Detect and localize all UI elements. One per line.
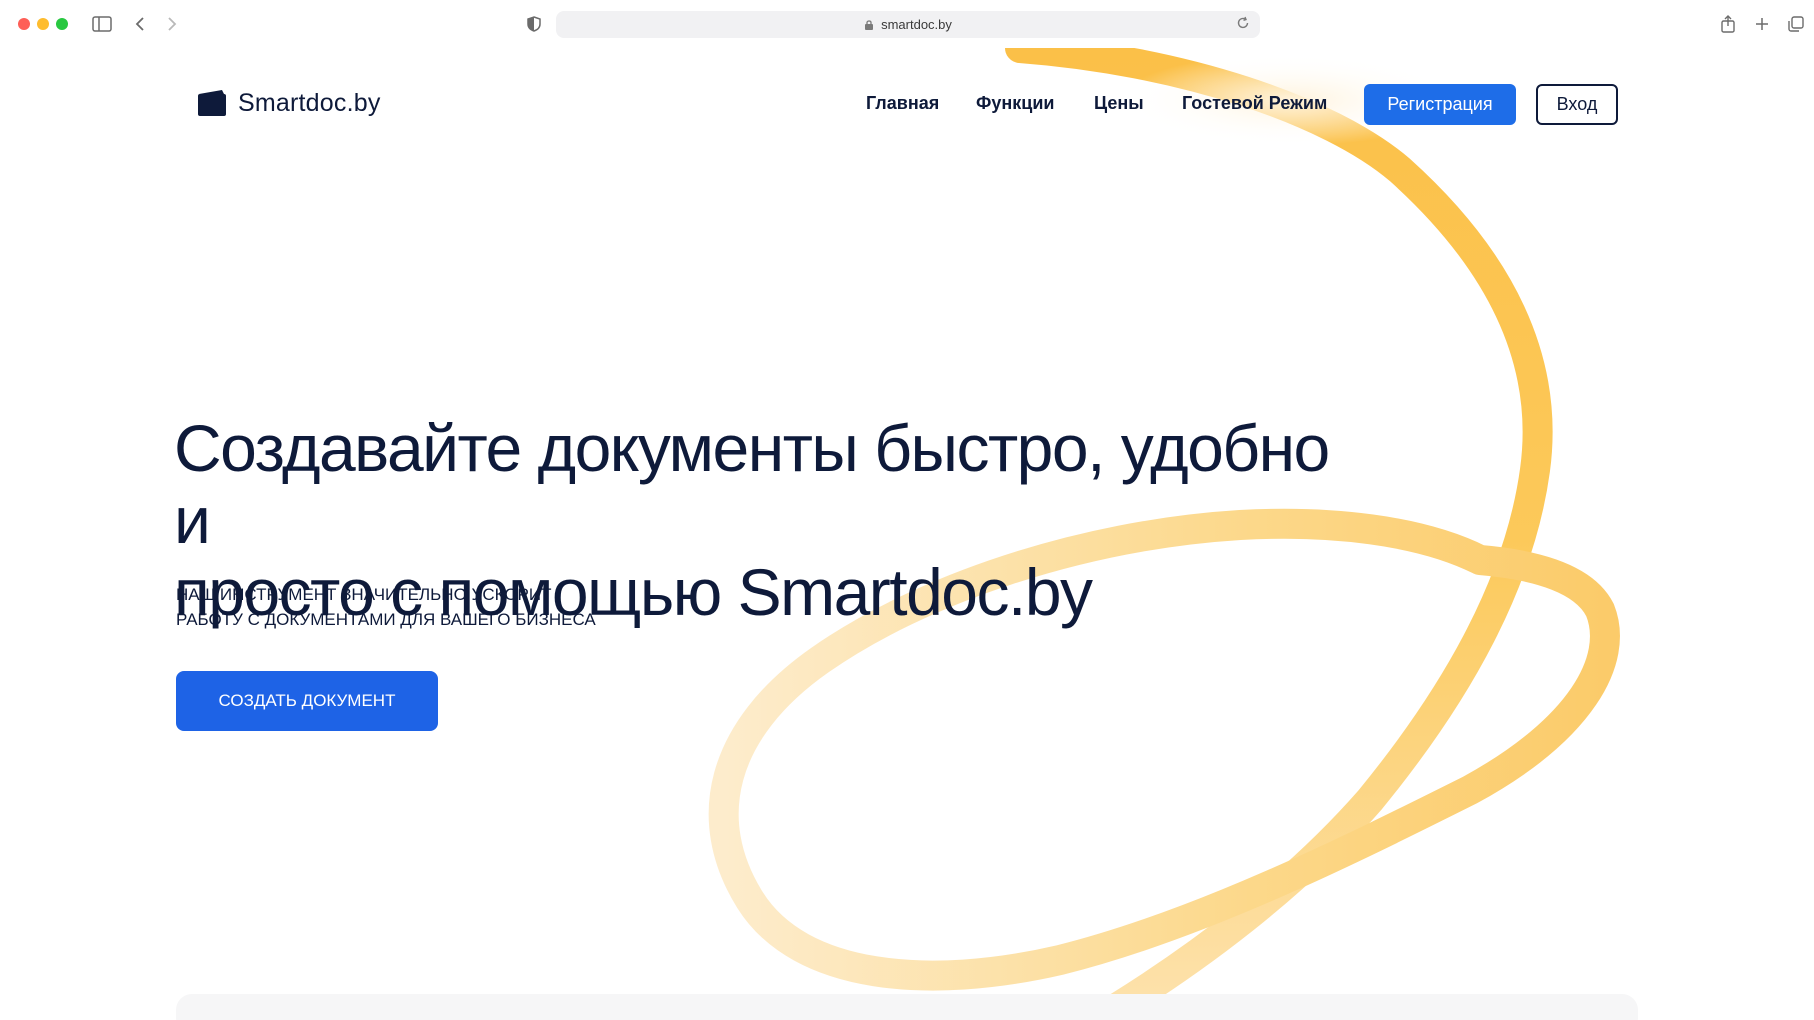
- lock-icon: [864, 19, 876, 31]
- create-document-button[interactable]: СОЗДАТЬ ДОКУМЕНТ: [176, 671, 438, 731]
- minimize-window-button[interactable]: [37, 18, 49, 30]
- hero-subtitle: НАШ ИНСТРУМЕНТ ЗНАЧИТЕЛЬНО УСКОРИТ РАБОТ…: [176, 582, 596, 632]
- site-logo[interactable]: Smartdoc.by: [196, 88, 381, 118]
- forward-arrow-icon[interactable]: [160, 12, 184, 36]
- privacy-shield-icon[interactable]: [522, 12, 546, 36]
- register-button[interactable]: Регистрация: [1364, 84, 1516, 125]
- login-button[interactable]: Вход: [1536, 84, 1618, 125]
- logo-text: Smartdoc.by: [238, 88, 381, 117]
- share-icon[interactable]: [1716, 12, 1740, 36]
- url-text: smartdoc.by: [881, 17, 952, 32]
- sidebar-toggle-icon[interactable]: [90, 12, 114, 36]
- back-arrow-icon[interactable]: [128, 12, 152, 36]
- maximize-window-button[interactable]: [56, 18, 68, 30]
- new-tab-icon[interactable]: [1750, 12, 1774, 36]
- reload-icon[interactable]: [1236, 16, 1252, 32]
- browser-toolbar: smartdoc.by: [0, 0, 1814, 48]
- tab-overview-icon[interactable]: [1784, 12, 1808, 36]
- nav-item-features[interactable]: Функции: [976, 93, 1054, 114]
- logo-icon: [198, 90, 226, 116]
- next-section-card: [176, 994, 1638, 1020]
- hero-subtitle-line-1: НАШ ИНСТРУМЕНТ ЗНАЧИТЕЛЬНО УСКОРИТ: [176, 585, 552, 604]
- nav-item-home[interactable]: Главная: [866, 93, 939, 114]
- hero-title-line-1: Создавайте документы быстро, удобно и: [174, 411, 1330, 557]
- address-bar[interactable]: smartdoc.by: [556, 11, 1260, 38]
- hero-subtitle-line-2: РАБОТУ С ДОКУМЕНТАМИ ДЛЯ ВАШЕГО БИЗНЕСА: [176, 610, 596, 629]
- nav-item-guest-mode[interactable]: Гостевой Режим: [1182, 93, 1327, 114]
- close-window-button[interactable]: [18, 18, 30, 30]
- nav-item-pricing[interactable]: Цены: [1094, 93, 1144, 114]
